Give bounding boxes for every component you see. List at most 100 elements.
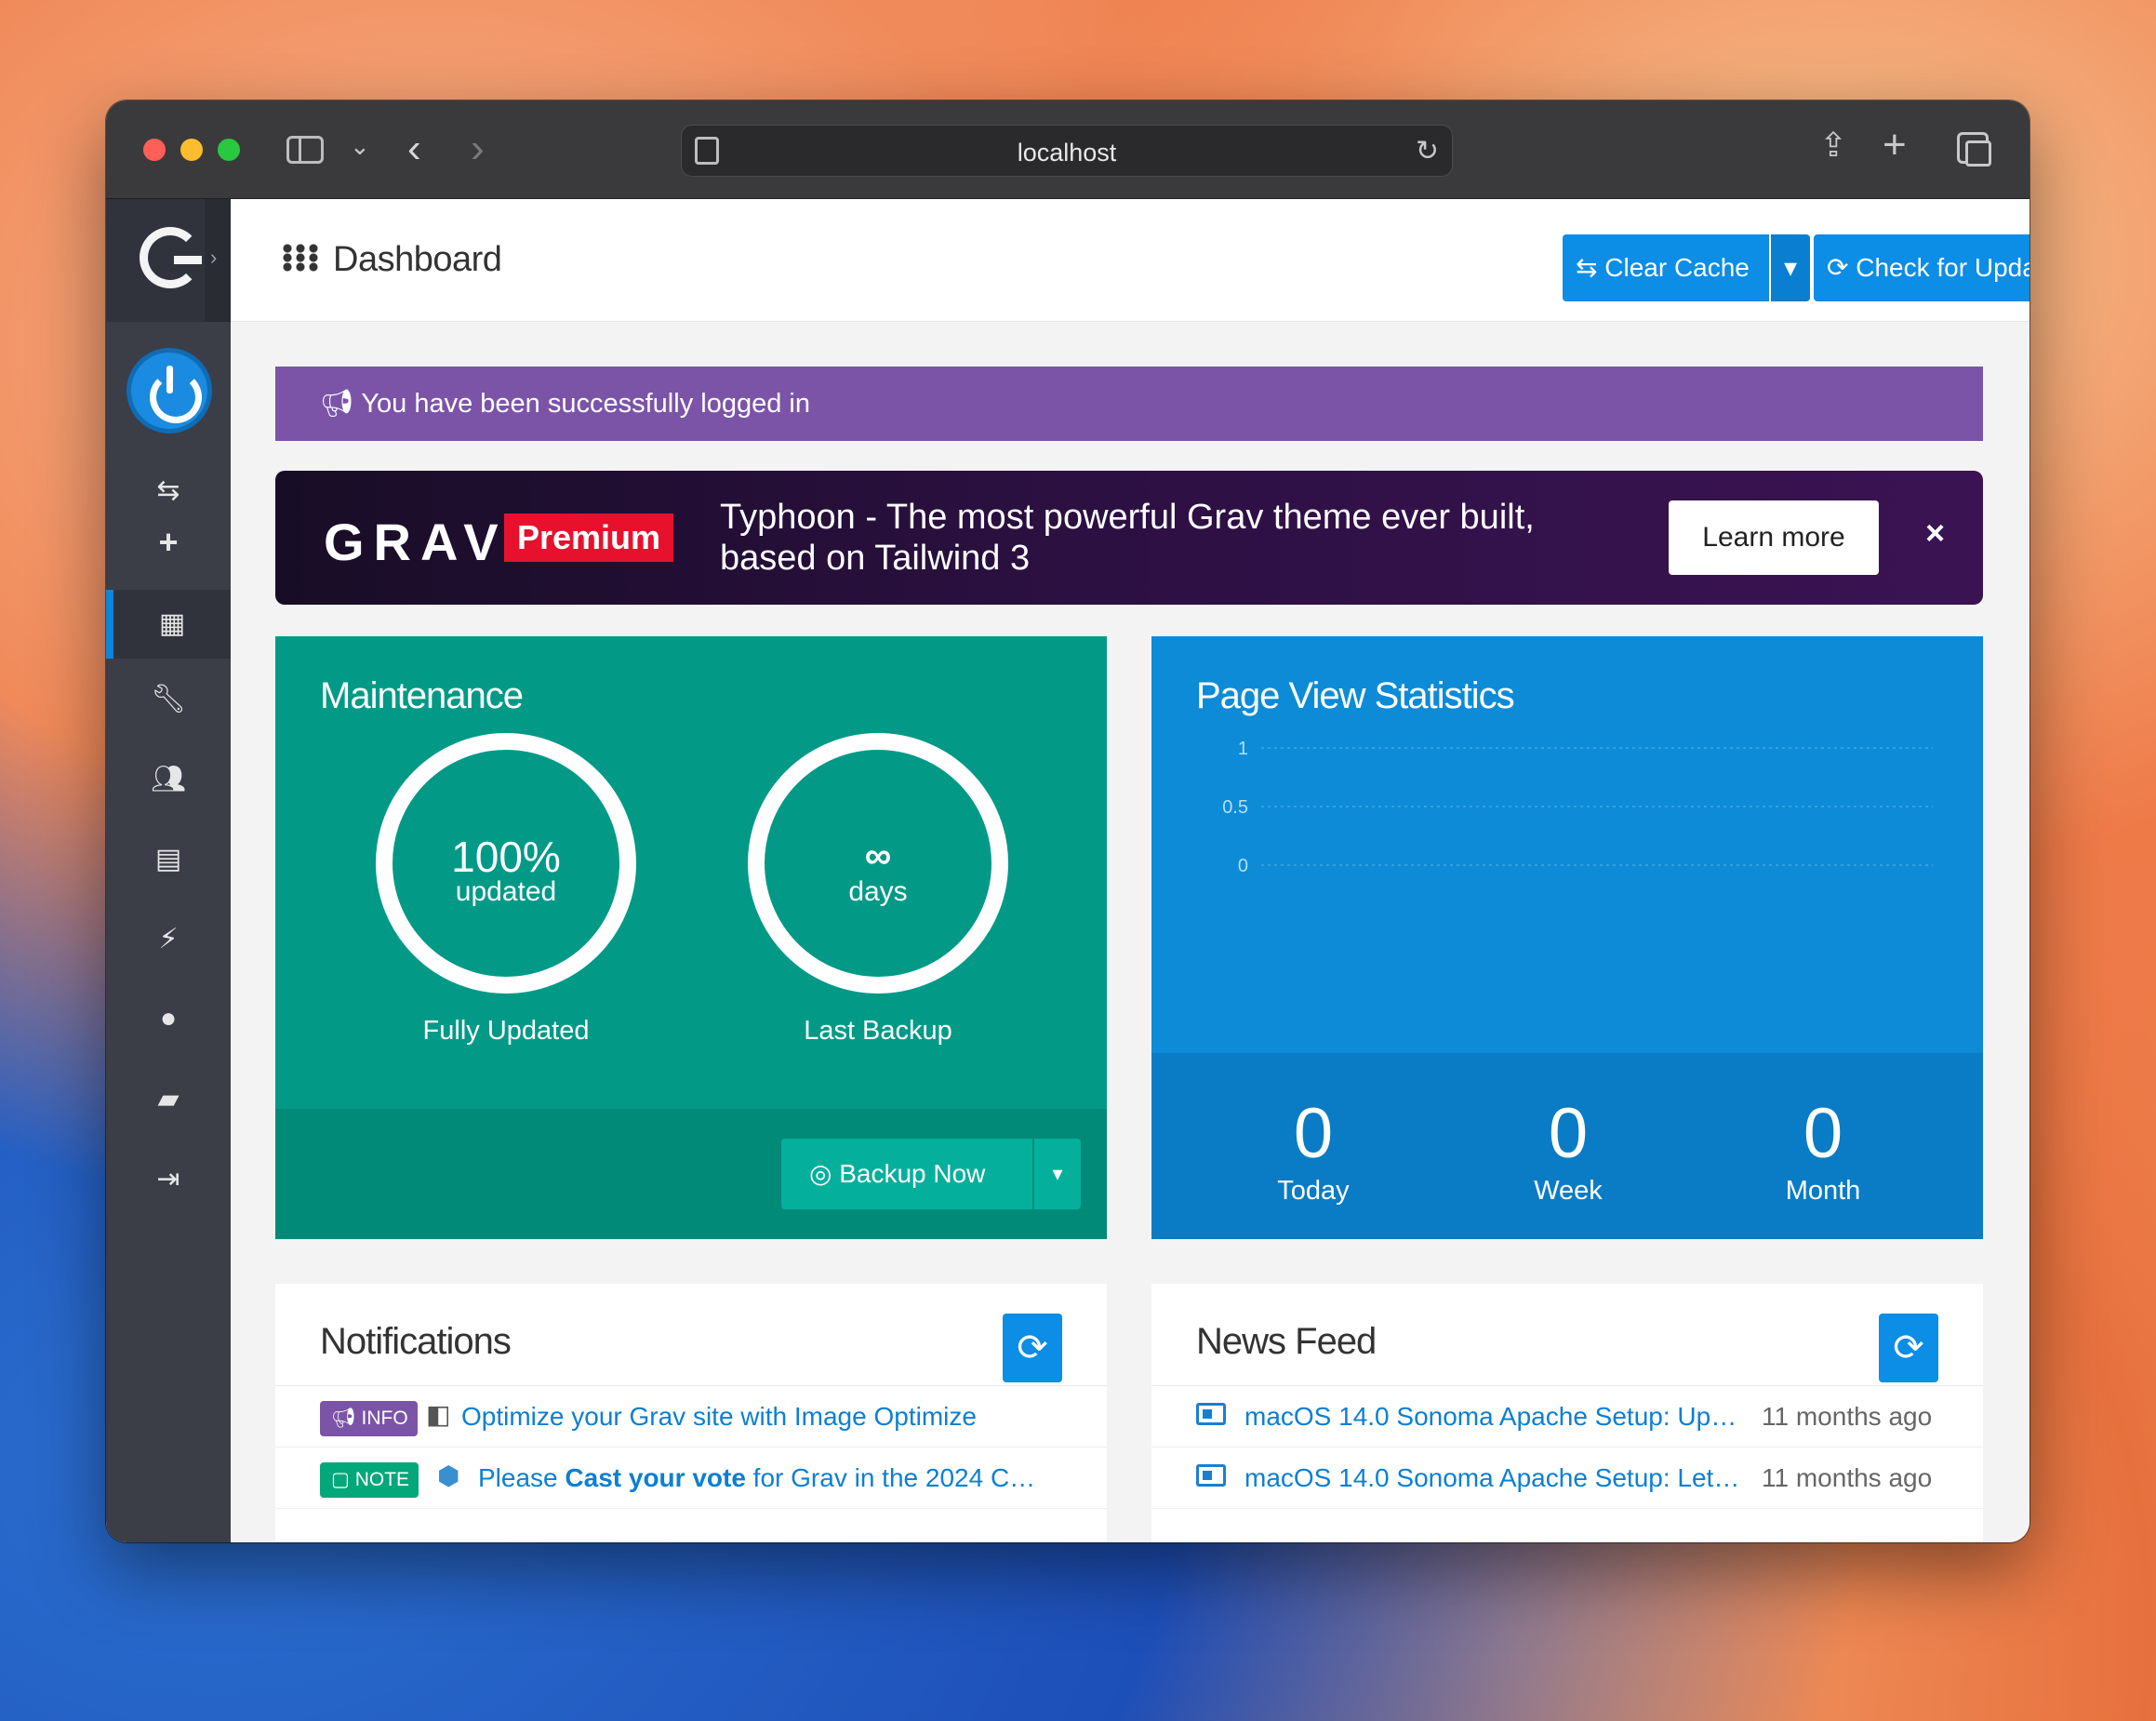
close-window-button[interactable]	[143, 139, 166, 161]
page-view-statistics-card: Page View Statistics 1 0.5 0 0 Today 0 Wee…	[1151, 636, 1983, 1239]
refresh-notifications-button[interactable]: ⟳	[1003, 1314, 1062, 1382]
y-tick-label: 0	[1238, 856, 1248, 876]
stat-month: 0 Month	[1684, 1053, 1963, 1207]
chevron-down-icon[interactable]: ⌄	[350, 134, 370, 158]
month-label: Month	[1785, 1176, 1861, 1206]
sidebar-collapse-strip[interactable]	[205, 199, 231, 322]
updated-value: 100%	[451, 833, 561, 881]
logo-area: ›	[106, 199, 231, 322]
clear-cache-button[interactable]: ⇆ Clear Cache	[1563, 234, 1769, 301]
tab-overview-icon[interactable]	[1957, 132, 1991, 167]
tools-briefcase-icon[interactable]: ▰	[106, 1083, 231, 1115]
note-icon: ▢	[331, 1469, 355, 1490]
sidebar-item-dashboard[interactable]: ▦	[106, 590, 231, 659]
caret-down-icon: ▾	[1783, 253, 1798, 282]
close-icon[interactable]: ×	[1925, 514, 1945, 553]
clear-cache-arrows-icon: ⇆	[1576, 253, 1605, 282]
grid-icon	[281, 244, 320, 272]
clear-cache-label: Clear Cache	[1604, 253, 1750, 282]
today-label: Today	[1277, 1176, 1350, 1206]
updated-ring: 100% updated	[376, 733, 636, 994]
notification-row[interactable]: ▢ NOTE ⬢ Please Cast your vote for Grav …	[275, 1448, 1107, 1509]
updated-sub: updated	[455, 876, 557, 907]
refresh-icon: ⟳	[1827, 253, 1857, 282]
logout-icon[interactable]: ⇥	[106, 1163, 231, 1195]
new-tab-icon[interactable]: +	[1883, 125, 1907, 166]
refresh-news-button[interactable]: ⟳	[1879, 1314, 1938, 1382]
backup-sub: days	[848, 876, 908, 907]
news-time: 11 months ago	[1762, 1463, 1933, 1492]
news-time: 11 months ago	[1762, 1402, 1933, 1431]
y-tick-label: 0.5	[1222, 797, 1248, 818]
notifications-panel: Notifications ⟳ 📢︎ INFO ◧ Optimize your …	[275, 1284, 1107, 1542]
configuration-wrench-icon[interactable]: 🔧︎	[106, 683, 231, 715]
reload-icon[interactable]: ↻	[1416, 135, 1439, 167]
main-content: Dashboard ⇆ Clear Cache ▾ ⟳ Check for Up…	[231, 199, 2030, 1542]
page-views-chart: 10.50	[1222, 739, 1933, 876]
updated-label: Fully Updated	[422, 1016, 590, 1046]
clear-cache-dropdown-button[interactable]: ▾	[1771, 234, 1810, 301]
sidebar-toggle-icon[interactable]	[286, 136, 324, 164]
news-feed-header: News Feed ⟳	[1151, 1284, 1983, 1386]
alert-message: You have been successfully logged in	[361, 389, 810, 419]
backup-now-label: Backup Now	[839, 1159, 986, 1188]
stat-week: 0 Week	[1429, 1053, 1708, 1207]
megaphone-icon: 📢︎	[320, 389, 362, 419]
share-icon[interactable]: ⇪	[1819, 128, 1847, 162]
note-badge-label: NOTE	[354, 1469, 410, 1490]
forward-arrow-icon[interactable]: ›	[471, 128, 485, 169]
backup-dropdown-button[interactable]: ▾	[1034, 1139, 1081, 1209]
backup-label: Last Backup	[804, 1016, 952, 1046]
week-value: 0	[1548, 1094, 1589, 1173]
url-text: localhost	[1017, 139, 1117, 167]
refresh-icon: ⟳	[1893, 1327, 1924, 1368]
stat-today: 0 Today	[1174, 1053, 1453, 1207]
info-badge-label: INFO	[361, 1407, 408, 1429]
back-arrow-icon[interactable]: ‹	[407, 128, 421, 169]
notifications-header: Notifications ⟳	[275, 1284, 1107, 1386]
megaphone-icon: 📢︎	[331, 1407, 362, 1429]
pages-file-icon[interactable]: ▤	[106, 843, 231, 875]
newspaper-icon	[1196, 1403, 1226, 1425]
week-label: Week	[1534, 1176, 1603, 1206]
users-icon[interactable]: 👥︎	[106, 763, 231, 795]
clear-cache-nav-icon[interactable]: ⇆	[106, 474, 231, 507]
premium-promo-text: Typhoon - The most powerful Grav theme e…	[720, 498, 1535, 578]
notification-row[interactable]: 📢︎ INFO ◧ Optimize your Grav site with I…	[275, 1386, 1107, 1448]
stats-title: Page View Statistics	[1196, 675, 1515, 716]
address-bar[interactable]: localhost ↻	[681, 125, 1453, 177]
chart-grid: 10.50	[1222, 739, 1933, 876]
notification-link[interactable]: Optimize your Grav site with Image Optim…	[461, 1402, 1019, 1432]
chevron-right-icon[interactable]: ›	[210, 246, 217, 270]
premium-banner: GRAV Premium Typhoon - The most powerful…	[275, 471, 1983, 605]
news-row[interactable]: macOS 14.0 Sonoma Apache Setup: Up… 11 m…	[1151, 1386, 1983, 1448]
news-link[interactable]: macOS 14.0 Sonoma Apache Setup: Let…	[1244, 1463, 1762, 1493]
life-ring-icon: ◎	[809, 1159, 840, 1188]
maintenance-card: Maintenance 100% updated Fully Updated ∞…	[275, 636, 1107, 1239]
y-tick-label: 1	[1238, 739, 1248, 759]
notification-link[interactable]: Please Cast your vote for Grav in the 20…	[478, 1463, 1070, 1493]
news-feed-panel: News Feed ⟳ macOS 14.0 Sonoma Apache Set…	[1151, 1284, 1983, 1542]
themes-drop-icon[interactable]: ●	[106, 1003, 231, 1034]
learn-more-button[interactable]: Learn more	[1669, 500, 1879, 575]
vote-text-post: for Grav in the 2024 C…	[745, 1463, 1036, 1492]
grav-logo-icon[interactable]	[140, 227, 202, 288]
notifications-title: Notifications	[320, 1321, 512, 1362]
news-link[interactable]: macOS 14.0 Sonoma Apache Setup: Up…	[1244, 1402, 1762, 1432]
month-value: 0	[1803, 1094, 1843, 1173]
news-row[interactable]: macOS 14.0 Sonoma Apache Setup: Let… 11 …	[1151, 1448, 1983, 1509]
news-feed-title: News Feed	[1196, 1321, 1377, 1362]
admin-sidebar: › ⇆ + ▦ 🔧︎ 👥︎ ▤ ⚡︎ ● ▰ ⇥	[106, 199, 231, 1542]
add-nav-icon[interactable]: +	[106, 523, 231, 562]
today-value: 0	[1293, 1094, 1334, 1173]
refresh-icon: ⟳	[1017, 1327, 1048, 1368]
note-badge: ▢ NOTE	[320, 1462, 419, 1498]
minimize-window-button[interactable]	[180, 139, 203, 161]
page-header: Dashboard ⇆ Clear Cache ▾ ⟳ Check for Up…	[231, 199, 2030, 322]
backup-ring: ∞ days	[748, 733, 1008, 994]
backup-now-button[interactable]: ◎ Backup Now	[781, 1139, 1032, 1209]
check-updates-button[interactable]: ⟳ Check for Updates	[1814, 234, 2030, 301]
plugins-plug-icon[interactable]: ⚡︎	[106, 923, 231, 955]
user-avatar[interactable]	[126, 348, 212, 434]
maximize-window-button[interactable]	[218, 139, 240, 161]
